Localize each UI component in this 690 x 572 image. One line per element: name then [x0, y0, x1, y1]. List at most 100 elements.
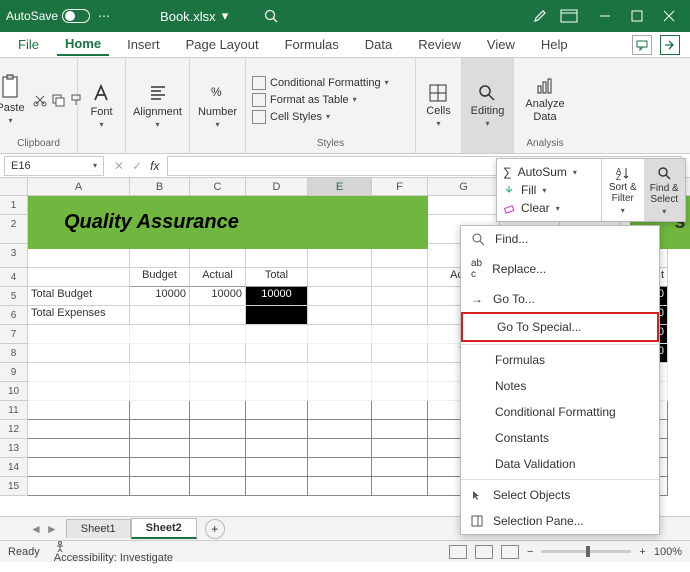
- row-header[interactable]: 9: [0, 363, 28, 382]
- col-header[interactable]: E: [308, 178, 372, 195]
- tab-file[interactable]: File: [10, 34, 47, 55]
- cell[interactable]: Budget: [130, 268, 190, 287]
- col-header[interactable]: D: [246, 178, 308, 195]
- menu-constants[interactable]: Constants: [461, 425, 659, 451]
- name-box[interactable]: E16▾: [4, 156, 104, 176]
- tab-formulas[interactable]: Formulas: [277, 34, 347, 55]
- analyze-data-button[interactable]: Analyze Data: [520, 74, 570, 124]
- zoom-in-button[interactable]: +: [639, 546, 645, 558]
- row-header[interactable]: 5: [0, 287, 28, 306]
- row-header[interactable]: 11: [0, 401, 28, 420]
- document-title[interactable]: Book.xlsx ▾: [160, 8, 228, 24]
- row-header[interactable]: 12: [0, 420, 28, 439]
- search-icon[interactable]: [263, 8, 279, 24]
- share-button[interactable]: [660, 35, 680, 55]
- col-header[interactable]: A: [28, 178, 130, 195]
- cell[interactable]: Total Expenses: [28, 306, 130, 325]
- tab-page-layout[interactable]: Page Layout: [178, 34, 267, 55]
- sheet-tab-2[interactable]: Sheet2: [131, 518, 197, 539]
- cell[interactable]: Actual: [190, 268, 246, 287]
- col-header[interactable]: B: [130, 178, 190, 195]
- tab-insert[interactable]: Insert: [119, 34, 168, 55]
- minimize-button[interactable]: [590, 4, 620, 28]
- fill-button[interactable]: Fill ▾: [503, 181, 595, 199]
- row-header[interactable]: 13: [0, 439, 28, 458]
- quick-access-more[interactable]: ⋯: [98, 9, 110, 23]
- accessibility-status[interactable]: Accessibility: Investigate: [54, 540, 173, 564]
- number-button[interactable]: %Number▾: [196, 80, 239, 131]
- row-header[interactable]: 7: [0, 325, 28, 344]
- row-header[interactable]: 6: [0, 306, 28, 325]
- menu-select-objects[interactable]: Select Objects: [461, 482, 659, 508]
- select-all-corner[interactable]: [0, 178, 28, 195]
- next-sheet-icon[interactable]: ►: [46, 522, 58, 536]
- view-page-layout-button[interactable]: [475, 545, 493, 559]
- font-button[interactable]: Font▾: [88, 80, 114, 131]
- accept-formula-icon[interactable]: ✓: [132, 159, 142, 173]
- menu-replace[interactable]: abcReplace...: [461, 252, 659, 286]
- clear-button[interactable]: Clear ▾: [503, 199, 595, 217]
- tab-review[interactable]: Review: [410, 34, 469, 55]
- view-page-break-button[interactable]: [501, 545, 519, 559]
- cell[interactable]: 10000: [190, 287, 246, 306]
- menu-goto-special[interactable]: Go To Special...: [461, 312, 659, 342]
- menu-selection-pane[interactable]: Selection Pane...: [461, 508, 659, 534]
- group-clipboard: Paste▾ Clipboard: [0, 58, 78, 153]
- zoom-level[interactable]: 100%: [654, 546, 682, 558]
- menu-data-validation[interactable]: Data Validation: [461, 451, 659, 477]
- close-button[interactable]: [654, 4, 684, 28]
- find-select-button[interactable]: Find & Select▾: [644, 159, 686, 221]
- copy-icon[interactable]: [51, 93, 65, 107]
- cancel-formula-icon[interactable]: ✕: [114, 159, 124, 173]
- cell[interactable]: Total: [246, 268, 308, 287]
- row-header[interactable]: 8: [0, 344, 28, 363]
- tab-view[interactable]: View: [479, 34, 523, 55]
- row-header[interactable]: 15: [0, 477, 28, 496]
- autosum-button[interactable]: ∑AutoSum ▾: [503, 163, 595, 181]
- editing-button[interactable]: Editing▾: [469, 81, 507, 130]
- view-normal-button[interactable]: [449, 545, 467, 559]
- menu-notes[interactable]: Notes: [461, 373, 659, 399]
- format-as-table-button[interactable]: Format as Table▾: [252, 93, 389, 107]
- menu-cond-fmt[interactable]: Conditional Formatting: [461, 399, 659, 425]
- cursor-icon: [471, 489, 483, 501]
- row-header[interactable]: 10: [0, 382, 28, 401]
- cut-icon[interactable]: [33, 93, 47, 107]
- zoom-slider[interactable]: [541, 550, 631, 553]
- autosave-toggle[interactable]: AutoSave: [6, 9, 90, 23]
- cell-styles-button[interactable]: Cell Styles▾: [252, 110, 389, 124]
- tab-home[interactable]: Home: [57, 33, 109, 56]
- zoom-out-button[interactable]: −: [527, 546, 533, 558]
- ribbon-display-icon[interactable]: [560, 9, 578, 23]
- col-header[interactable]: G: [428, 178, 500, 195]
- col-header[interactable]: C: [190, 178, 246, 195]
- maximize-button[interactable]: [622, 4, 652, 28]
- alignment-button[interactable]: Alignment▾: [131, 80, 184, 131]
- row-header[interactable]: 14: [0, 458, 28, 477]
- fx-icon[interactable]: fx: [150, 159, 159, 173]
- menu-goto[interactable]: →Go To...: [461, 286, 659, 312]
- paste-button[interactable]: Paste▾: [0, 72, 27, 127]
- prev-sheet-icon[interactable]: ◄: [30, 522, 42, 536]
- menu-find[interactable]: Find...: [461, 226, 659, 252]
- cell[interactable]: 10000: [246, 287, 308, 306]
- pen-icon[interactable]: [532, 8, 548, 24]
- cell[interactable]: [246, 306, 308, 325]
- menu-formulas[interactable]: Formulas: [461, 347, 659, 373]
- tab-data[interactable]: Data: [357, 34, 400, 55]
- cell[interactable]: Total Budget: [28, 287, 130, 306]
- cell[interactable]: 10000: [130, 287, 190, 306]
- sort-filter-button[interactable]: AZSort & Filter▾: [602, 159, 644, 221]
- cells-button[interactable]: Cells▾: [424, 81, 452, 130]
- col-header[interactable]: F: [372, 178, 428, 195]
- title-banner-1: Quality Assurance: [28, 196, 428, 249]
- tab-help[interactable]: Help: [533, 34, 576, 55]
- row-header[interactable]: 3: [0, 244, 28, 268]
- sheet-tab-1[interactable]: Sheet1: [66, 519, 131, 538]
- add-sheet-button[interactable]: +: [205, 519, 225, 539]
- comments-button[interactable]: [632, 35, 652, 55]
- row-header[interactable]: 1: [0, 196, 28, 215]
- row-header[interactable]: 4: [0, 268, 28, 287]
- conditional-formatting-button[interactable]: Conditional Formatting▾: [252, 76, 389, 90]
- row-header[interactable]: 2: [0, 215, 28, 244]
